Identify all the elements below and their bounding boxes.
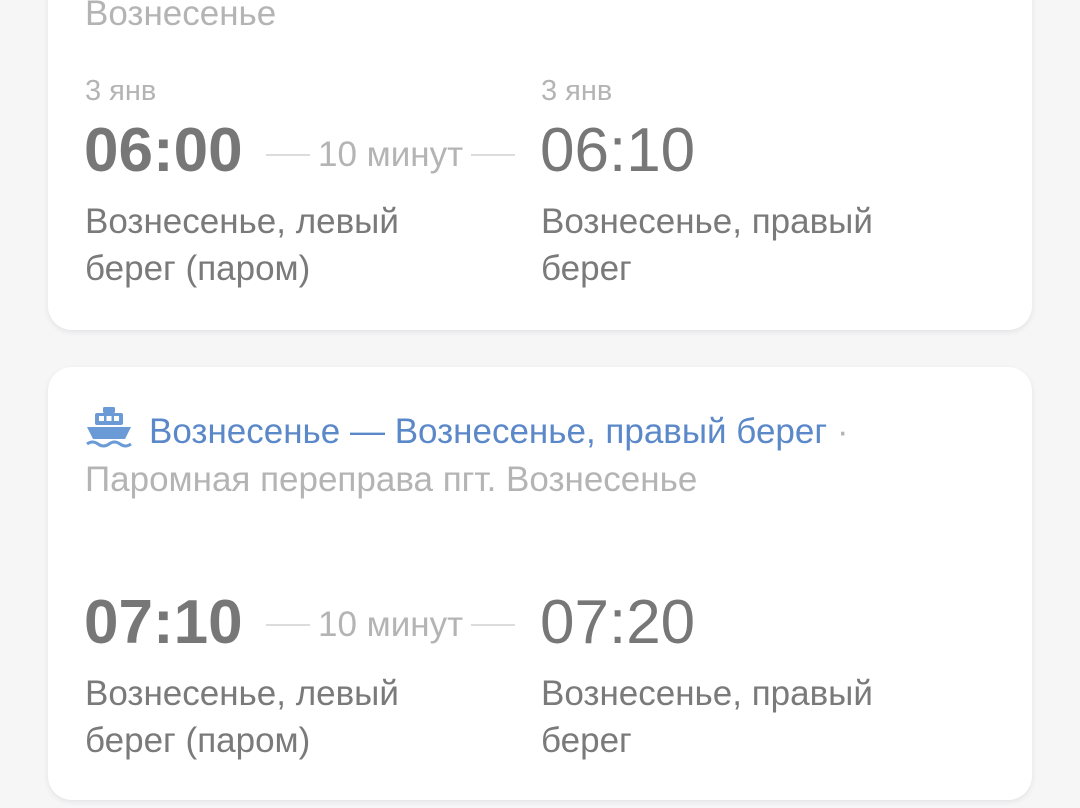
trip-duration: 10 минут: [258, 135, 523, 175]
arrival-station: Вознесенье, правый берег: [541, 674, 873, 760]
route-separator: ·: [836, 412, 849, 451]
departure-station: Вознесенье, левый берег (паром): [85, 674, 399, 760]
departure-date: 3 янв: [85, 75, 157, 107]
departure-station: Вознесенье, левый берег (паром): [85, 202, 399, 288]
route-header: Вознесенье — Вознесенье, правый берег · …: [85, 405, 882, 504]
route-header: Вознесенье: [85, 0, 882, 38]
ferry-icon: [85, 405, 133, 449]
duration-line-right: [471, 154, 516, 156]
arrival-station: Вознесенье, правый берег: [541, 202, 873, 288]
duration-label: 10 минут: [318, 605, 464, 644]
route-subtitle: Вознесенье: [85, 0, 277, 33]
duration-line-left: [266, 624, 310, 626]
duration-line-right: [471, 624, 516, 626]
duration-label: 10 минут: [318, 135, 464, 174]
departure-time: 06:00: [84, 116, 243, 185]
trip-duration: 10 минут: [258, 605, 523, 645]
route-title-link[interactable]: Вознесенье — Вознесенье, правый берег: [149, 412, 827, 451]
route-subtitle: Паромная переправа пгт. Вознесенье: [85, 460, 698, 499]
arrival-date: 3 янв: [541, 75, 613, 107]
trip-card[interactable]: Вознесенье 3 янв 06:00 10 минут Вознесен…: [48, 0, 1032, 330]
trip-card[interactable]: Вознесенье — Вознесенье, правый берег · …: [48, 367, 1032, 800]
departure-time: 07:10: [84, 588, 243, 657]
duration-line-left: [266, 154, 310, 156]
arrival-time: 06:10: [540, 116, 696, 185]
arrival-time: 07:20: [540, 588, 696, 657]
